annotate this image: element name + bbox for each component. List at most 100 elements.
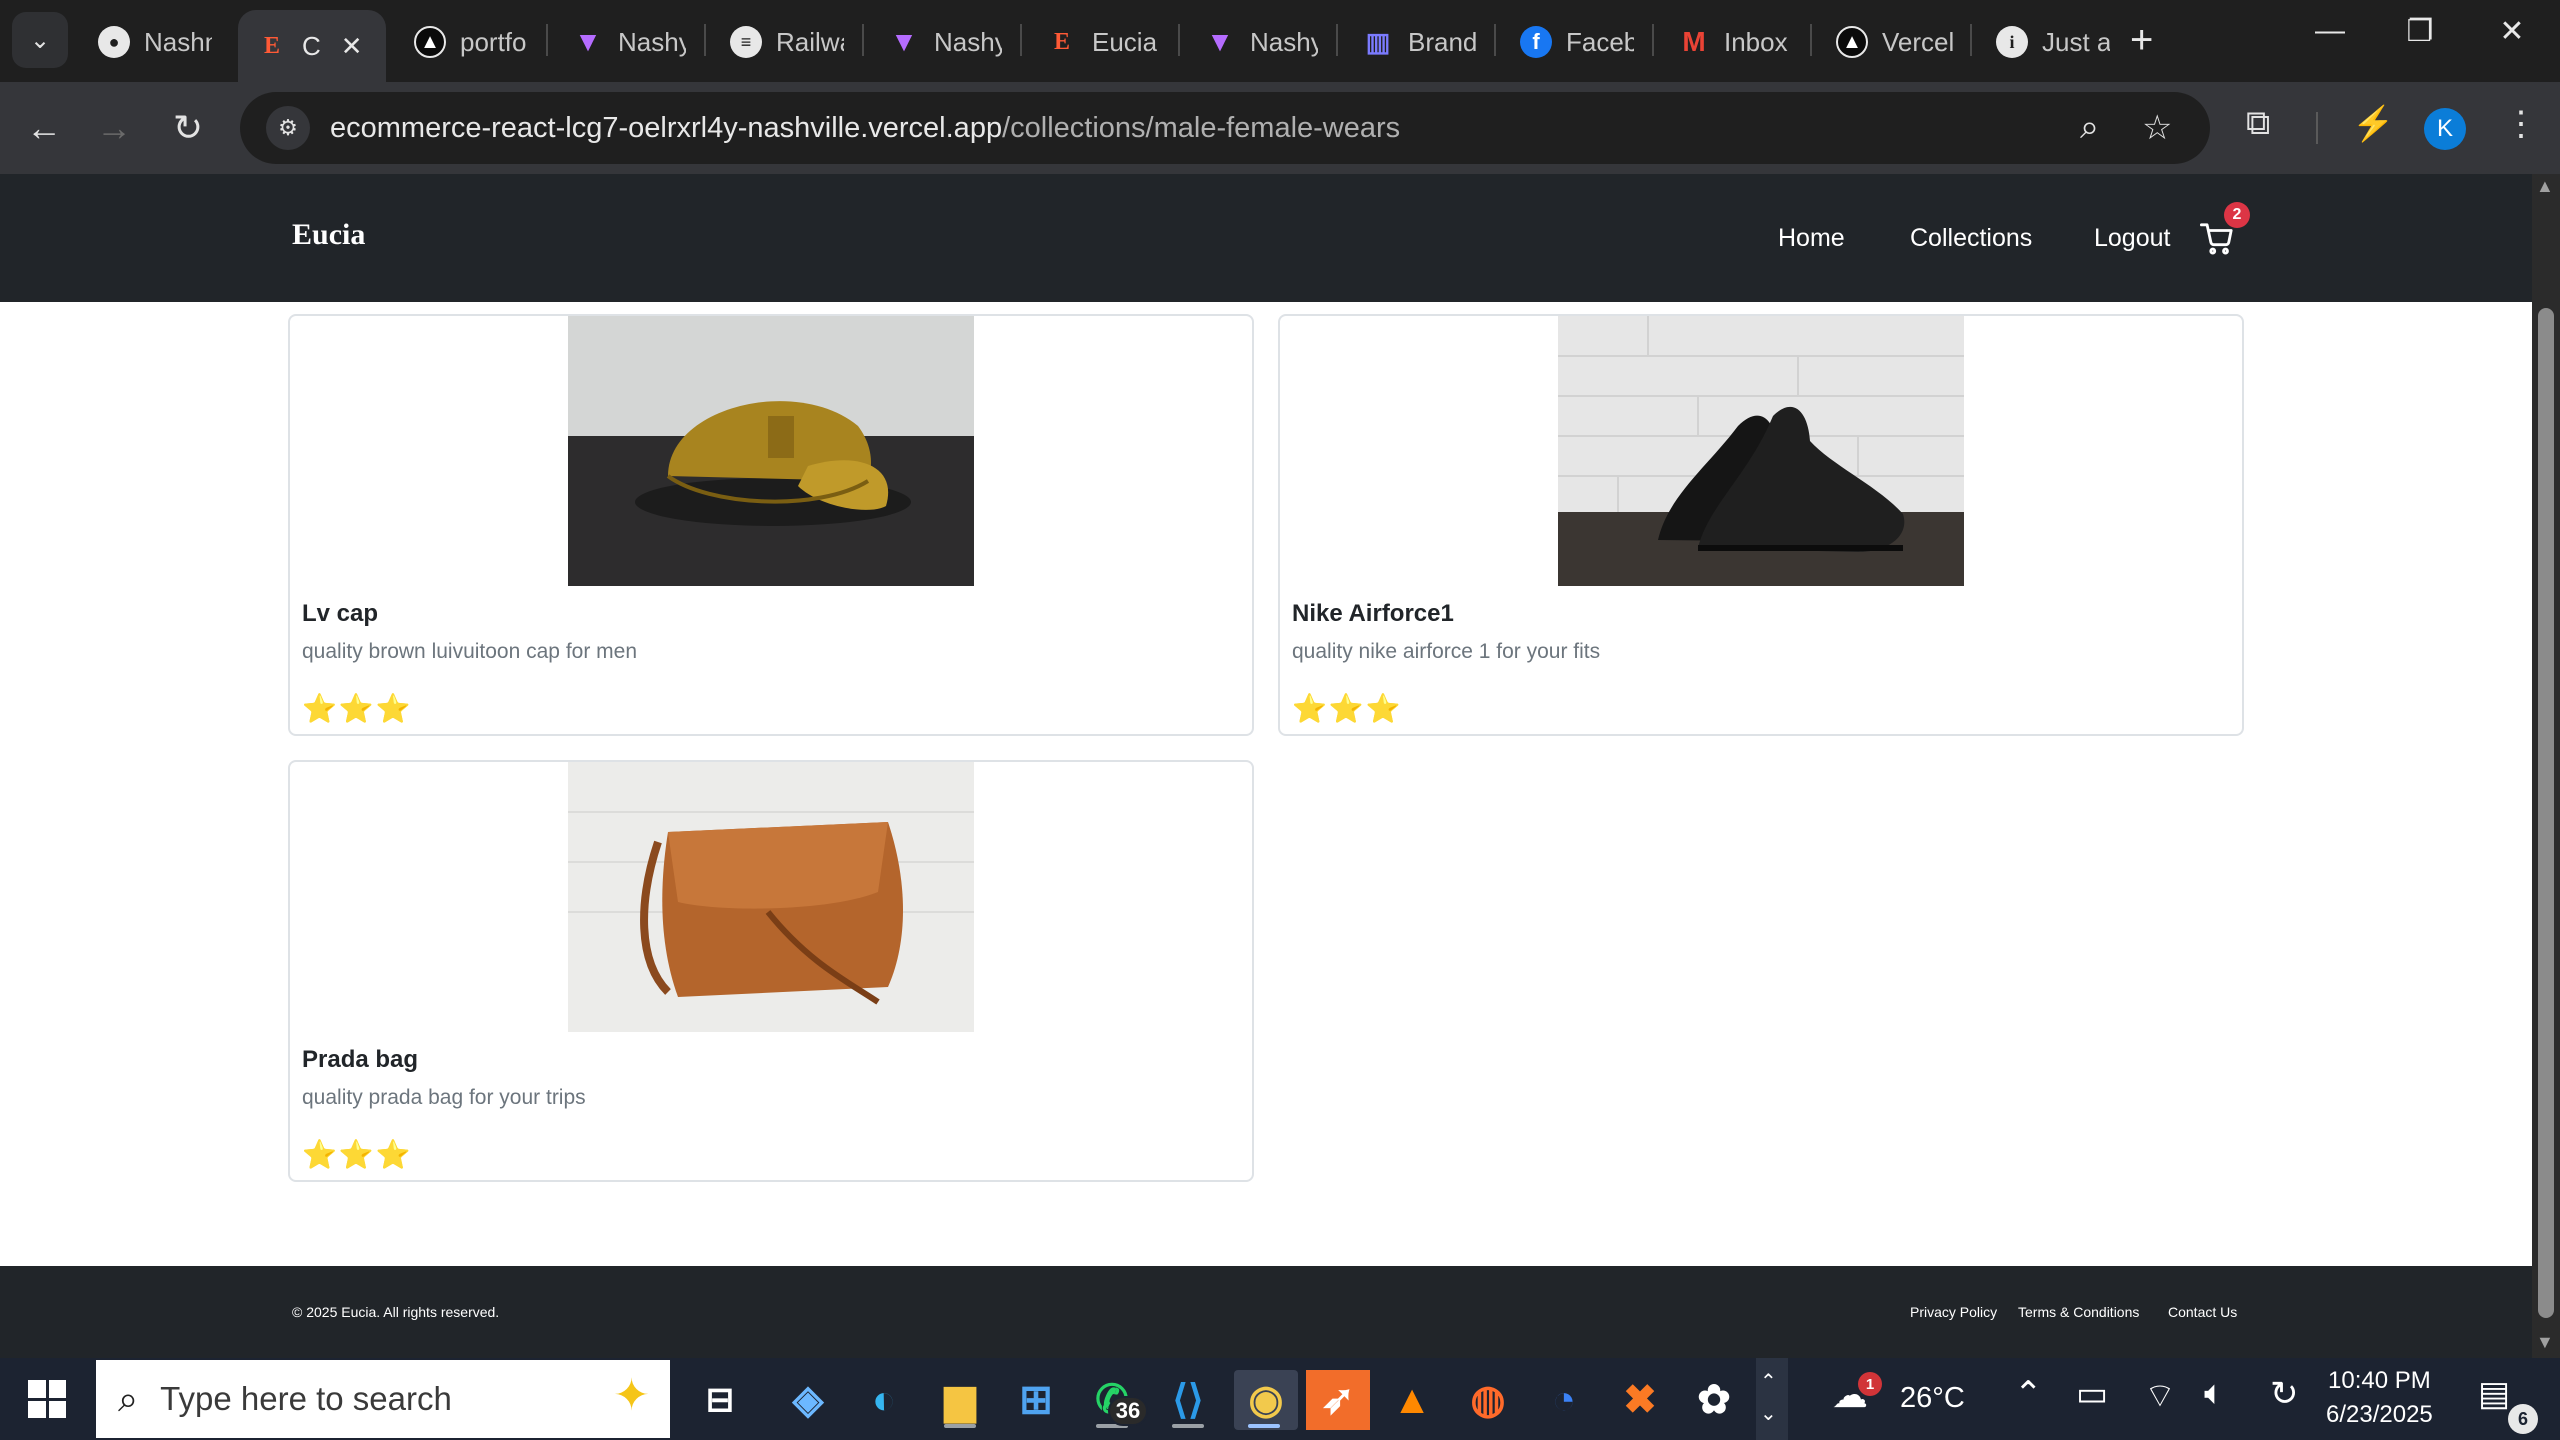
new-tab-button[interactable]: + xyxy=(2130,18,2153,63)
taskbar-search-box[interactable]: ⌕ Type here to search ✦ xyxy=(96,1360,670,1438)
extensions-icon[interactable]: ⧉ xyxy=(2246,104,2270,143)
tab-label: Eucia xyxy=(1092,26,1158,57)
tab-13[interactable]: i Just a xyxy=(1978,10,2128,74)
overflow-chevrons[interactable]: ⌃ ⌄ xyxy=(1760,1366,1777,1430)
minimize-button[interactable]: — xyxy=(2290,14,2370,48)
tab-separator xyxy=(1810,24,1812,56)
tab-search-button[interactable]: ⌄ xyxy=(12,12,68,68)
url-text[interactable]: ecommerce-react-lcg7-oelrxrl4y-nashville… xyxy=(330,112,1400,145)
wifi-icon[interactable]: ⌔ xyxy=(2144,1374,2176,1417)
copilot-icon[interactable]: ◈ xyxy=(778,1370,838,1430)
product-image-cap[interactable] xyxy=(568,316,974,586)
tab-8[interactable]: ▼ Nashy xyxy=(1186,10,1336,74)
facebook-icon: f xyxy=(1520,26,1552,58)
product-card-prada-bag[interactable]: Prada bag quality prada bag for your tri… xyxy=(288,760,1254,1182)
privacy-policy-link[interactable]: Privacy Policy xyxy=(1910,1304,1997,1320)
cap-image xyxy=(568,316,974,586)
show-hidden-icons-icon[interactable]: ⌃ xyxy=(2014,1374,2043,1414)
nav-logout-link[interactable]: Logout xyxy=(2094,224,2170,253)
close-icon[interactable]: ✕ xyxy=(341,31,363,62)
chatgpt-icon[interactable]: ✿ xyxy=(1684,1370,1744,1430)
tab-strip: ⌄ ● Nashn E C ✕ ▲ portfo ▼ Nashy ≡ Railw… xyxy=(0,0,2560,82)
product-image-bag[interactable] xyxy=(568,762,974,1032)
system-clock[interactable]: 10:40 PM 6/23/2025 xyxy=(2326,1364,2433,1432)
contact-link[interactable]: Contact Us xyxy=(2168,1304,2237,1320)
vscode-icon[interactable]: ⟨⟩ xyxy=(1158,1370,1218,1430)
tab-3[interactable]: ▲ portfo xyxy=(396,10,546,74)
tab-1[interactable]: ● Nashn xyxy=(80,10,230,74)
cart-button[interactable] xyxy=(2200,222,2234,261)
xampp-icon[interactable]: ✖ xyxy=(1610,1370,1670,1430)
scroll-down-icon[interactable]: ▼ xyxy=(2536,1332,2554,1353)
tab-label: Inbox xyxy=(1724,26,1788,57)
battery-icon[interactable]: ▭ xyxy=(2076,1374,2108,1414)
tab-7[interactable]: E Eucia xyxy=(1028,10,1178,74)
github-icon: ● xyxy=(98,26,130,58)
task-view-icon[interactable]: ⊟ xyxy=(690,1370,750,1430)
product-card-nike-airforce1[interactable]: Nike Airforce1 quality nike airforce 1 f… xyxy=(1278,314,2244,736)
browser-toolbar: ← → ↻ ⚙ ecommerce-react-lcg7-oelrxrl4y-n… xyxy=(0,82,2560,174)
temperature[interactable]: 26°C xyxy=(1900,1382,1965,1415)
firefox-icon[interactable]: ◍ xyxy=(1458,1370,1518,1430)
nav-home-link[interactable]: Home xyxy=(1778,224,1845,253)
eucia-icon: E xyxy=(1053,28,1070,55)
tab-separator xyxy=(704,24,706,56)
chevron-down-icon: ⌄ xyxy=(29,26,51,54)
menu-kebab-icon[interactable]: ⋮ xyxy=(2504,104,2538,144)
restore-button[interactable]: ❐ xyxy=(2380,14,2460,49)
windows-start-icon[interactable] xyxy=(28,1380,66,1418)
product-title[interactable]: Lv cap xyxy=(302,600,378,628)
site-info-icon[interactable]: ⚙ xyxy=(266,106,310,150)
product-title[interactable]: Prada bag xyxy=(302,1046,418,1074)
tab-separator xyxy=(1652,24,1654,56)
messenger-icon[interactable]: ◔ xyxy=(1534,1370,1594,1430)
postman-icon[interactable]: ➶ xyxy=(1306,1370,1370,1430)
tab-separator xyxy=(1020,24,1022,56)
tab-2-active[interactable]: E C ✕ xyxy=(238,10,386,82)
edge-icon[interactable]: ◐ xyxy=(854,1370,914,1430)
tab-5[interactable]: ≡ Railwa xyxy=(712,10,862,74)
copyright-text: © 2025 Eucia. All rights reserved. xyxy=(292,1304,500,1320)
profile-avatar[interactable]: K xyxy=(2424,108,2466,150)
product-title[interactable]: Nike Airforce1 xyxy=(1292,600,1454,628)
clock-date: 6/23/2025 xyxy=(2326,1401,2433,1428)
back-button[interactable]: ← xyxy=(18,102,70,154)
sync-icon[interactable]: ↻ xyxy=(2270,1374,2299,1414)
weather-alert-badge: 1 xyxy=(1858,1372,1882,1396)
zoom-icon[interactable]: ⌕ xyxy=(2080,108,2099,147)
tab-11[interactable]: M Inbox xyxy=(1660,10,1810,74)
tab-separator xyxy=(1336,24,1338,56)
vlc-icon[interactable]: ▲ xyxy=(1382,1370,1442,1430)
nav-collections-link[interactable]: Collections xyxy=(1910,224,2032,253)
brand-logo[interactable]: Eucia xyxy=(292,218,365,252)
scroll-up-icon[interactable]: ▲ xyxy=(2536,176,2554,197)
tab-10[interactable]: f Faceb xyxy=(1502,10,1652,74)
tab-12[interactable]: ▲ Vercel xyxy=(1818,10,1978,74)
product-image-sneaker[interactable] xyxy=(1558,316,1964,586)
bookmark-star-icon[interactable]: ☆ xyxy=(2142,108,2172,148)
page-scrollbar[interactable]: ▲ ▼ xyxy=(2532,174,2560,1358)
forward-button[interactable]: → xyxy=(88,102,140,154)
tab-label: Faceb xyxy=(1566,26,1634,57)
file-explorer-icon[interactable]: ▆ xyxy=(930,1370,990,1430)
tab-6[interactable]: ▼ Nashy xyxy=(870,10,1020,74)
tab-label: portfo xyxy=(460,26,527,57)
tab-9[interactable]: ▥ Brand xyxy=(1344,10,1494,74)
site-navbar: Eucia Home Collections Logout 2 xyxy=(0,174,2532,302)
volume-icon[interactable]: 🔈︎ xyxy=(2204,1374,2224,1413)
tab-4[interactable]: ▼ Nashy xyxy=(554,10,704,74)
notification-count-badge: 6 xyxy=(2508,1404,2538,1434)
performance-icon[interactable]: ⚡ xyxy=(2352,104,2394,144)
product-card-lv-cap[interactable]: Lv cap quality brown luivuitoon cap for … xyxy=(288,314,1254,736)
tab-label: Just a xyxy=(2042,26,2110,57)
address-bar[interactable]: ⚙ ecommerce-react-lcg7-oelrxrl4y-nashvil… xyxy=(240,92,2210,164)
terms-link[interactable]: Terms & Conditions xyxy=(2018,1304,2139,1320)
reload-icon: ↻ xyxy=(172,107,204,148)
notification-icon[interactable]: ▤ xyxy=(2478,1374,2510,1414)
tab-separator xyxy=(546,24,548,56)
chrome-icon[interactable]: ◉ xyxy=(1234,1370,1298,1430)
microsoft-store-icon[interactable]: ⊞ xyxy=(1006,1370,1066,1430)
scroll-thumb[interactable] xyxy=(2538,308,2554,1318)
close-window-button[interactable]: ✕ xyxy=(2472,14,2552,49)
reload-button[interactable]: ↻ xyxy=(162,102,214,154)
